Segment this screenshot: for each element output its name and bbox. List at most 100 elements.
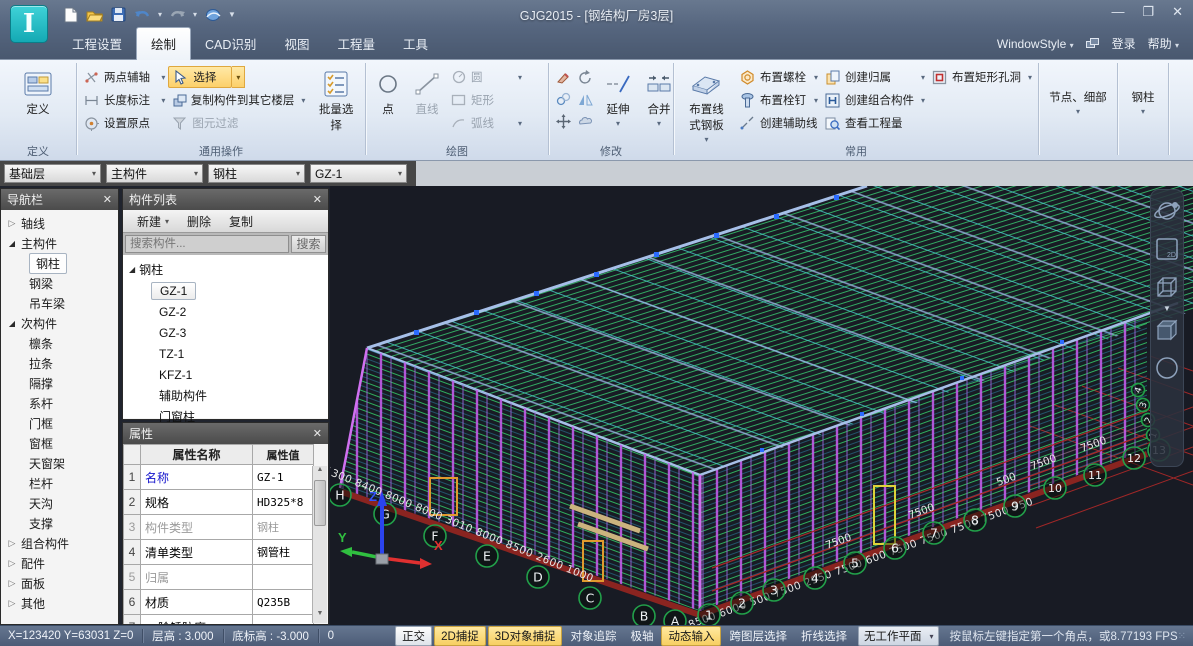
rotate-icon[interactable] [574,66,596,88]
sidebar-item-其他[interactable]: ▷其他 [1,593,118,613]
extend-button[interactable]: 延伸 ▾ [600,64,636,131]
set-origin-button[interactable]: 设置原点 [80,112,168,134]
property-row-归属[interactable]: 5归属 [124,565,314,590]
sidebar-item-轴线[interactable]: ▷轴线 [1,213,118,233]
node-detail-button[interactable]: 节点、细部 ▾ [1044,86,1112,119]
property-value[interactable]: Q235B [253,590,314,615]
property-value[interactable]: GZ-1 [253,465,314,490]
component-panel-close-icon[interactable]: ✕ [313,193,322,206]
property-row-构件类型[interactable]: 3构件类型钢柱 [124,515,314,540]
sidebar-item-拉条[interactable]: 拉条 [1,353,118,373]
view-mode-dropdown-icon[interactable]: ▼ [1163,304,1171,313]
viewport-3d[interactable]: 1300 8400 8000 8000 3010 8000 8500 2600 … [330,186,1193,625]
place-stud-button[interactable]: 布置栓钉▾ [736,89,821,111]
revision-cloud-icon[interactable] [574,110,596,132]
tab-工程设置[interactable]: 工程设置 [58,28,136,60]
length-dimension-button[interactable]: 长度标注▾ [80,89,168,111]
batch-select-button[interactable]: 批量选择 [312,64,360,136]
component-item-GZ-2[interactable]: GZ-2 [151,301,328,322]
move-icon[interactable] [552,110,574,132]
view-2d-icon[interactable]: 2D [1152,234,1182,264]
sidebar-item-檩条[interactable]: 檩条 [1,333,118,353]
minimize-button[interactable]: — [1111,4,1124,20]
sidebar-item-组合构件[interactable]: ▷组合构件 [1,533,118,553]
point-button[interactable]: 点 [371,64,405,120]
delete-component-button[interactable]: 删除 [179,211,219,232]
component-item-TZ-1[interactable]: TZ-1 [151,343,328,364]
sidebar-item-主构件[interactable]: ◢主构件 [1,233,118,253]
select-button[interactable]: 选择 [168,66,232,88]
component-search-input[interactable] [125,235,289,253]
erase-icon[interactable] [552,66,574,88]
component-search-button[interactable]: 搜索 [291,235,326,253]
line-button[interactable]: 直线 [409,64,445,120]
property-row-清单类型[interactable]: 4清单类型钢管柱 [124,540,314,565]
create-ownership-button[interactable]: 创建归属▾ [821,66,928,88]
resize-grip[interactable]: ⁙ [1178,631,1187,642]
orbit-planet-icon[interactable] [1152,196,1182,226]
property-value[interactable] [253,615,314,626]
circle-button[interactable]: 圆▾ [447,66,525,88]
component-type-dropdown[interactable]: 钢柱▾ [208,164,305,183]
app-logo-icon[interactable]: I [10,5,48,43]
sidebar-item-栏杆[interactable]: 栏杆 [1,473,118,493]
wireframe-cube-icon[interactable] [1152,272,1182,302]
copy-to-other-floors-button[interactable]: 复制构件到其它楼层▾ [168,89,308,111]
sidebar-item-支撑[interactable]: 支撑 [1,513,118,533]
cascade-windows-icon[interactable] [1086,38,1100,49]
close-button[interactable]: ✕ [1172,4,1183,20]
collapsed-arrow-icon[interactable]: ▷ [7,538,17,549]
toggle-polyline-select[interactable]: 折线选择 [795,627,853,645]
expanded-arrow-icon[interactable]: ◢ [129,265,135,274]
workplane-dropdown[interactable]: 无工作平面▾ [858,626,940,646]
view-quantity-button[interactable]: 查看工程量 [821,112,928,134]
tab-绘制[interactable]: 绘制 [136,27,191,60]
component-item-KFZ-1[interactable]: KFZ-1 [151,364,328,385]
sidebar-item-门框[interactable]: 门框 [1,413,118,433]
create-composite-button[interactable]: 创建组合构件▾ [821,89,928,111]
sidebar-item-窗框[interactable]: 窗框 [1,433,118,453]
orbit-circle-icon[interactable] [1152,353,1182,383]
property-row-材质[interactable]: 6材质Q235B [124,590,314,615]
component-item-GZ-1[interactable]: GZ-1 [151,280,328,301]
rectangle-button[interactable]: 矩形 [447,89,525,111]
component-item-辅助构件[interactable]: 辅助构件 [151,385,328,406]
property-value[interactable]: 钢柱 [253,515,314,540]
sidebar-item-吊车梁[interactable]: 吊车梁 [1,293,118,313]
mirror-icon[interactable] [574,88,596,110]
expanded-arrow-icon[interactable]: ◢ [7,239,17,248]
sidebar-item-天沟[interactable]: 天沟 [1,493,118,513]
property-value[interactable]: 钢管柱 [253,540,314,565]
toggle-cross-layer-select[interactable]: 跨图层选择 [723,627,793,645]
component-name-dropdown[interactable]: GZ-1▾ [310,164,407,183]
sidebar-item-配件[interactable]: ▷配件 [1,553,118,573]
component-group-钢柱[interactable]: ◢钢柱 [129,259,328,280]
component-category-dropdown[interactable]: 主构件▾ [106,164,203,183]
login-menu[interactable]: 登录 [1112,35,1136,52]
place-linear-plate-button[interactable]: 布置线式钢板 ▾ [679,64,734,147]
collapsed-arrow-icon[interactable]: ▷ [7,578,17,589]
select-dropdown[interactable]: ▾ [232,66,245,88]
copy-component-button[interactable]: 复制 [221,211,261,232]
collapsed-arrow-icon[interactable]: ▷ [7,558,17,569]
create-aux-line-button[interactable]: 创建辅助线 [736,112,821,134]
scrollbar-thumb[interactable] [314,480,326,526]
new-component-button[interactable]: 新建▾ [129,211,177,232]
sidebar-item-钢梁[interactable]: 钢梁 [1,273,118,293]
arc-button[interactable]: 弧线▾ [447,112,525,134]
maximize-button[interactable]: ❐ [1142,4,1154,20]
merge-button[interactable]: 合并 ▾ [640,64,678,131]
steel-column-button[interactable]: 钢柱 ▾ [1127,86,1160,119]
tab-CAD识别[interactable]: CAD识别 [191,28,270,60]
property-row-名称[interactable]: 1名称GZ-1 [124,465,314,490]
offset-icon[interactable] [552,88,574,110]
properties-panel-close-icon[interactable]: ✕ [313,427,322,440]
sidebar-item-系杆[interactable]: 系杆 [1,393,118,413]
navigation-panel-close-icon[interactable]: ✕ [103,193,112,206]
toggle-ortho[interactable]: 正交 [395,626,432,646]
toggle-dynamic-input[interactable]: 动态输入 [661,626,721,646]
sidebar-item-次构件[interactable]: ◢次构件 [1,313,118,333]
sidebar-item-隔撑[interactable]: 隔撑 [1,373,118,393]
property-row-规格[interactable]: 2规格HD325*8 [124,490,314,515]
two-point-aux-axis-button[interactable]: 两点辅轴▾ [80,66,168,88]
